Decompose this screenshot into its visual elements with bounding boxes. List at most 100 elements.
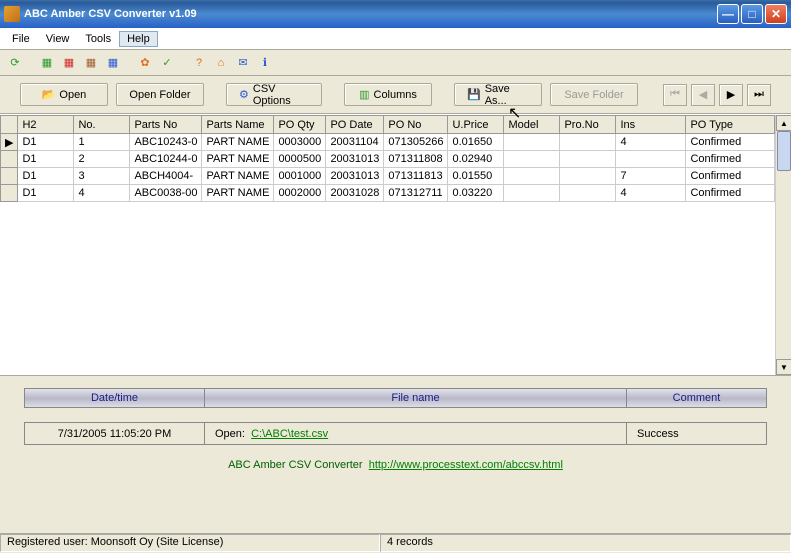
- spellcheck-icon[interactable]: ✓: [158, 54, 176, 72]
- cell: 071312711: [384, 185, 448, 202]
- tools-icon[interactable]: ✿: [136, 54, 154, 72]
- cell: [560, 168, 616, 185]
- nav-prev-button[interactable]: ◀: [691, 84, 715, 106]
- table-row[interactable]: D12ABC10244-0PART NAME000050020031013071…: [1, 151, 775, 168]
- scroll-down-icon[interactable]: ▼: [776, 359, 791, 375]
- table-row[interactable]: D14ABC0038-00PART NAME000200020031028071…: [1, 185, 775, 202]
- col-prono[interactable]: Pro.No: [560, 116, 616, 134]
- nav-last-button[interactable]: ⏭: [747, 84, 771, 106]
- cell: Confirmed: [686, 151, 775, 168]
- table-row[interactable]: D13ABCH4004-PART NAME0001000200310130713…: [1, 168, 775, 185]
- cell: ABCH4004-: [130, 168, 202, 185]
- save-as-label: Save As...: [485, 83, 529, 107]
- cell: D1: [18, 134, 74, 151]
- cell: [560, 185, 616, 202]
- cell: 0000500: [274, 151, 326, 168]
- cell: PART NAME: [202, 168, 274, 185]
- cell: 4: [74, 185, 130, 202]
- cell: PART NAME: [202, 134, 274, 151]
- cell: 3: [74, 168, 130, 185]
- col-pono[interactable]: PO No: [384, 116, 448, 134]
- menu-view[interactable]: View: [38, 31, 78, 47]
- minimize-button[interactable]: —: [717, 4, 739, 24]
- maximize-button[interactable]: □: [741, 4, 763, 24]
- row-marker: [1, 168, 18, 185]
- col-h2[interactable]: H2: [18, 116, 74, 134]
- cell: 20031104: [326, 134, 384, 151]
- footer-url[interactable]: http://www.processtext.com/abccsv.html: [369, 459, 563, 471]
- save-folder-label: Save Folder: [564, 89, 623, 101]
- col-partsname[interactable]: Parts Name: [202, 116, 274, 134]
- columns-icon: ▥: [359, 88, 369, 101]
- col-model[interactable]: Model: [504, 116, 560, 134]
- cell: ABC10244-0: [130, 151, 202, 168]
- footer-label: ABC Amber CSV Converter: [228, 459, 363, 471]
- log-file-link[interactable]: C:\ABC\test.csv: [251, 428, 328, 440]
- cell: D1: [18, 185, 74, 202]
- info-icon[interactable]: ℹ: [256, 54, 274, 72]
- nav-next-button[interactable]: ▶: [719, 84, 743, 106]
- home-icon[interactable]: ⌂: [212, 54, 230, 72]
- menu-tools[interactable]: Tools: [77, 31, 119, 47]
- cell: 4: [616, 185, 686, 202]
- titlebar: ABC Amber CSV Converter v1.09 — □ ✕: [0, 0, 791, 28]
- col-no[interactable]: No.: [74, 116, 130, 134]
- export-doc-icon[interactable]: ▦: [82, 54, 100, 72]
- cell: 20031013: [326, 151, 384, 168]
- row-marker-header: [1, 116, 18, 134]
- statusbar: Registered user: Moonsoft Oy (Site Licen…: [0, 533, 791, 553]
- cell: 20031028: [326, 185, 384, 202]
- col-partsno[interactable]: Parts No: [130, 116, 202, 134]
- log-header-filename: File name: [205, 389, 627, 408]
- close-button[interactable]: ✕: [765, 4, 787, 24]
- menu-help[interactable]: Help: [119, 31, 158, 47]
- cell: 0001000: [274, 168, 326, 185]
- col-podate[interactable]: PO Date: [326, 116, 384, 134]
- csv-options-button[interactable]: ⚙ CSV Options: [226, 83, 322, 106]
- cell: ABC10243-0: [130, 134, 202, 151]
- folder-open-icon: 📂: [42, 88, 56, 101]
- cell: [560, 151, 616, 168]
- cell: 2: [74, 151, 130, 168]
- export-html-icon[interactable]: ▦: [104, 54, 122, 72]
- col-potype[interactable]: PO Type: [686, 116, 775, 134]
- log-header-comment: Comment: [627, 389, 767, 408]
- cell: Confirmed: [686, 168, 775, 185]
- cell: 071311808: [384, 151, 448, 168]
- col-ins[interactable]: Ins: [616, 116, 686, 134]
- menu-file[interactable]: File: [4, 31, 38, 47]
- scroll-up-icon[interactable]: ▲: [776, 115, 791, 131]
- open-button[interactable]: 📂 Open: [20, 83, 108, 106]
- save-as-button[interactable]: 💾 Save As...: [454, 83, 542, 106]
- status-user: Registered user: Moonsoft Oy (Site Licen…: [0, 534, 380, 552]
- status-records: 4 records: [380, 534, 791, 552]
- col-uprice[interactable]: U.Price: [448, 116, 504, 134]
- cell: 0.02940: [448, 151, 504, 168]
- grid-header-row: H2 No. Parts No Parts Name PO Qty PO Dat…: [1, 116, 775, 134]
- scroll-thumb[interactable]: [777, 131, 791, 171]
- cell: ABC0038-00: [130, 185, 202, 202]
- cell: Confirmed: [686, 185, 775, 202]
- log-row-table: 7/31/2005 11:05:20 PM Open: C:\ABC\test.…: [24, 422, 767, 445]
- log-table: Date/time File name Comment: [24, 388, 767, 408]
- export-pdf-icon[interactable]: ▦: [60, 54, 78, 72]
- cell: [560, 134, 616, 151]
- cell: [504, 185, 560, 202]
- toolbar-icons: ⟳ ▦ ▦ ▦ ▦ ✿ ✓ ? ⌂ ✉ ℹ: [0, 50, 791, 76]
- nav-first-button[interactable]: ⏮: [663, 84, 687, 106]
- table-row[interactable]: ▶D11ABC10243-0PART NAME00030002003110407…: [1, 134, 775, 151]
- window-title: ABC Amber CSV Converter v1.09: [24, 8, 717, 20]
- cell: [504, 168, 560, 185]
- columns-button[interactable]: ▥ Columns: [344, 83, 432, 106]
- row-marker: [1, 185, 18, 202]
- open-folder-button[interactable]: Open Folder: [116, 83, 204, 106]
- export-xls-icon[interactable]: ▦: [38, 54, 56, 72]
- save-folder-button[interactable]: Save Folder: [550, 83, 638, 106]
- help-icon[interactable]: ?: [190, 54, 208, 72]
- data-grid[interactable]: H2 No. Parts No Parts Name PO Qty PO Dat…: [0, 115, 775, 375]
- mail-icon[interactable]: ✉: [234, 54, 252, 72]
- col-poqty[interactable]: PO Qty: [274, 116, 326, 134]
- columns-label: Columns: [374, 89, 417, 101]
- refresh-icon[interactable]: ⟳: [6, 54, 24, 72]
- vertical-scrollbar[interactable]: ▲ ▼: [775, 115, 791, 375]
